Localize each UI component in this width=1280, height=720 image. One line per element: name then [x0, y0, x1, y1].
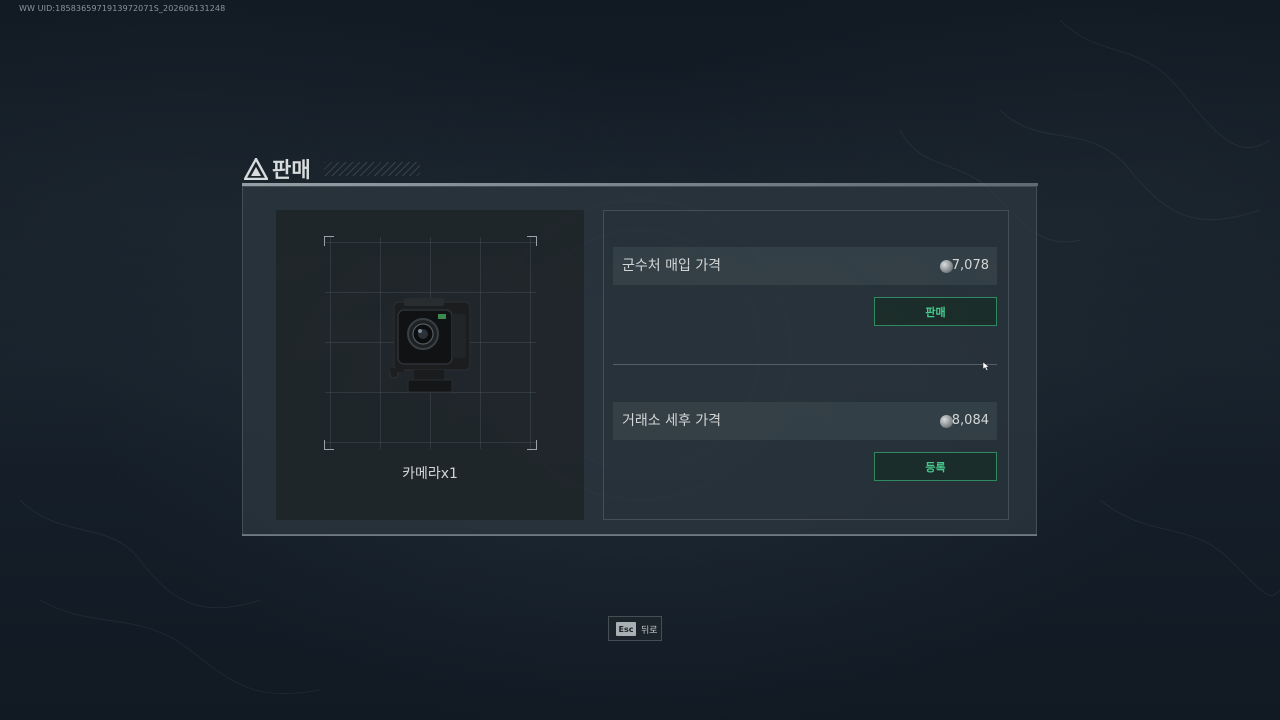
vendor-price-label: 군수처 매입 가격 [622, 258, 722, 274]
exchange-price-label: 거래소 세후 가격 [622, 413, 722, 429]
title-decoration [324, 162, 420, 176]
back-button[interactable]: Esc 뒤로 [608, 616, 662, 641]
panel-bottom-border [242, 534, 1037, 536]
exchange-price-value: 8,084 [951, 413, 989, 428]
warning-triangle-icon [244, 158, 268, 180]
price-divider [613, 364, 997, 365]
esc-key-icon: Esc [616, 622, 636, 636]
vendor-price-value: 7,078 [951, 258, 989, 273]
dialog-header: 판매 [242, 154, 1038, 188]
uid-watermark: WW UID:1858365971913972071S_202606131248 [19, 4, 226, 13]
back-label: 뒤로 [641, 626, 658, 636]
exchange-price-row: 거래소 세후 가격 8,084 [613, 402, 997, 440]
dialog-title: 판매 [272, 158, 311, 182]
mouse-cursor-icon [982, 361, 990, 371]
vendor-price-row: 군수처 매입 가격 7,078 [613, 247, 997, 285]
item-name-label: 카메라x1 [402, 466, 458, 482]
preview-corner-bottom-left [324, 440, 334, 450]
register-button[interactable]: 등록 [874, 452, 997, 481]
sell-button[interactable]: 판매 [874, 297, 997, 326]
preview-corner-top-left [324, 236, 334, 246]
preview-corner-bottom-right [527, 440, 537, 450]
preview-corner-top-right [527, 236, 537, 246]
action-camera-icon [389, 298, 471, 393]
